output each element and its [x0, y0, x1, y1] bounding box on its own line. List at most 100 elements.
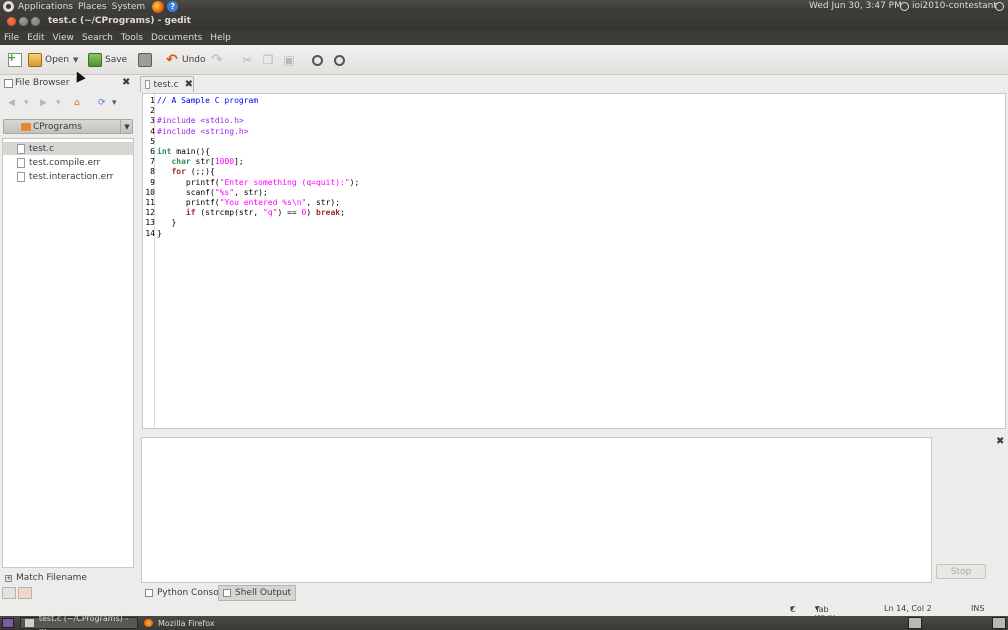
- line-number: 7: [150, 157, 155, 167]
- window-close-button[interactable]: [7, 17, 16, 26]
- tab-label: Shell Output: [235, 588, 292, 598]
- power-icon[interactable]: [995, 2, 1004, 11]
- code-line[interactable]: scanf("%s", str);: [157, 188, 268, 198]
- line-number: 4: [150, 126, 155, 136]
- gedit-icon: [25, 619, 34, 627]
- file-list-item[interactable]: test.interaction.err: [3, 170, 133, 183]
- find-button[interactable]: [312, 52, 323, 68]
- save-button[interactable]: Save: [88, 52, 127, 68]
- file-name: test.compile.err: [29, 157, 101, 168]
- code-line[interactable]: }: [157, 229, 162, 239]
- python-console-icon: [145, 589, 153, 597]
- trash-icon[interactable]: [992, 617, 1006, 629]
- back-dropdown-icon[interactable]: ▾: [24, 98, 29, 108]
- folder-name: CPrograms: [33, 121, 82, 132]
- firefox-launcher-icon[interactable]: [152, 0, 165, 13]
- panel-menu-places[interactable]: Places: [78, 2, 107, 12]
- new-document-button[interactable]: [7, 51, 22, 68]
- save-label: Save: [105, 55, 128, 65]
- file-name: test.c: [29, 143, 55, 154]
- line-number: 5: [150, 136, 155, 146]
- menu-tools[interactable]: Tools: [121, 33, 143, 43]
- menu-file[interactable]: File: [4, 33, 19, 43]
- stop-button[interactable]: Stop: [936, 564, 986, 579]
- menu-search[interactable]: Search: [82, 33, 113, 43]
- tab-shell-output[interactable]: Shell Output: [218, 585, 297, 601]
- new-document-icon: [7, 51, 22, 67]
- window-minimize-button[interactable]: [19, 17, 28, 26]
- cut-button[interactable]: ✂: [240, 52, 254, 68]
- file-name: test.interaction.err: [29, 171, 114, 182]
- top-panel: Applications Places System ? Wed Jun 30,…: [0, 0, 1008, 13]
- paste-button[interactable]: ▣: [282, 52, 296, 68]
- panel-user-name[interactable]: ioi2010-contestant: [912, 1, 997, 11]
- match-filename-expander[interactable]: + Match Filename: [2, 572, 134, 584]
- shell-output-area[interactable]: [141, 437, 932, 583]
- back-arrow-icon[interactable]: ◀: [8, 98, 15, 108]
- line-number: 12: [145, 208, 155, 218]
- side-panel: File Browser ✖ ◀ ▾ ▶ ▾ ⌂ ⟳ ▾ CPrograms ▼…: [0, 76, 136, 599]
- match-filename-label: Match Filename: [16, 573, 87, 583]
- forward-dropdown-icon[interactable]: ▾: [56, 98, 61, 108]
- chevron-down-icon: ▼: [120, 119, 133, 134]
- save-icon: [88, 53, 102, 67]
- code-line[interactable]: }: [157, 218, 176, 228]
- file-browser-nav: ◀ ▾ ▶ ▾ ⌂ ⟳ ▾: [6, 98, 134, 112]
- undo-button[interactable]: ↶ Undo: [166, 52, 206, 68]
- file-list-item[interactable]: test.c: [3, 142, 133, 155]
- menu-help[interactable]: Help: [210, 33, 231, 43]
- tab-width-selector[interactable]: Tab Width: 3 ▾: [815, 604, 841, 630]
- code-line[interactable]: for (;;){: [157, 167, 214, 177]
- panel-clock[interactable]: Wed Jun 30, 3:47 PM: [809, 1, 902, 11]
- document-tab[interactable]: test.c ✖: [140, 76, 194, 92]
- code-line[interactable]: int main(){: [157, 147, 210, 157]
- tab-file-browser-icon[interactable]: [18, 587, 32, 599]
- find-replace-icon: [334, 54, 345, 66]
- open-recent-dropdown[interactable]: ▼: [73, 52, 78, 68]
- menu-view[interactable]: View: [53, 33, 74, 43]
- tab-close-icon[interactable]: ✖: [185, 79, 193, 90]
- redo-button[interactable]: ↷: [211, 52, 225, 68]
- code-line[interactable]: #include <stdio.h>: [157, 116, 244, 126]
- open-button[interactable]: Open: [28, 52, 69, 68]
- tab-documents-icon[interactable]: [2, 587, 16, 599]
- folder-selector[interactable]: CPrograms ▼: [3, 119, 133, 134]
- bottom-panel-close-icon[interactable]: ✖: [996, 436, 1004, 447]
- copy-button[interactable]: ❐: [261, 52, 275, 68]
- ubuntu-logo-icon[interactable]: [3, 1, 14, 12]
- taskbar-item-gedit[interactable]: test.c (~/CPrograms) - ...: [20, 614, 138, 630]
- refresh-icon[interactable]: ⟳: [98, 98, 106, 108]
- help-icon[interactable]: ?: [167, 1, 179, 12]
- print-icon: [138, 53, 152, 67]
- forward-arrow-icon[interactable]: ▶: [40, 98, 47, 108]
- insert-mode: INS: [971, 604, 985, 613]
- gear-icon: [223, 589, 231, 597]
- side-panel-close-icon[interactable]: ✖: [122, 77, 130, 88]
- home-icon[interactable]: ⌂: [74, 98, 80, 108]
- side-panel-title[interactable]: File Browser: [15, 78, 69, 88]
- panel-menu-applications[interactable]: Applications: [18, 2, 73, 12]
- code-editor[interactable]: 1 2 3 4 5 6 7 8 9 10 11 12 13 14 // A Sample C progra…: [142, 93, 1006, 429]
- window-maximize-button[interactable]: [31, 17, 40, 26]
- code-line[interactable]: printf("Enter something (q=quit):");: [157, 178, 359, 188]
- file-browser-icon: [4, 78, 13, 88]
- panel-menu-system[interactable]: System: [112, 2, 146, 12]
- taskbar-item-firefox[interactable]: Mozilla Firefox: [140, 617, 262, 629]
- print-button[interactable]: [138, 52, 152, 68]
- menu-documents[interactable]: Documents: [151, 33, 202, 43]
- text-file-icon: [17, 143, 25, 154]
- code-line[interactable]: printf("You entered %s\n", str);: [157, 198, 340, 208]
- line-number: 10: [145, 187, 155, 197]
- workspace-switcher-icon[interactable]: [908, 617, 922, 629]
- filter-dropdown-icon[interactable]: ▾: [112, 98, 117, 108]
- code-line[interactable]: char str[1000];: [157, 157, 243, 167]
- show-desktop-icon[interactable]: [2, 618, 14, 628]
- menu-edit[interactable]: Edit: [27, 33, 44, 43]
- language-selector[interactable]: C ▾: [790, 604, 796, 614]
- window-titlebar[interactable]: test.c (~/CPrograms) - gedit: [0, 13, 1008, 31]
- find-replace-button[interactable]: [334, 52, 345, 68]
- file-list-item[interactable]: test.compile.err: [3, 156, 133, 169]
- code-line[interactable]: if (strcmp(str, "q") == 0) break;: [157, 208, 345, 218]
- code-line[interactable]: #include <string.h>: [157, 127, 249, 137]
- code-line[interactable]: // A Sample C program: [157, 96, 258, 106]
